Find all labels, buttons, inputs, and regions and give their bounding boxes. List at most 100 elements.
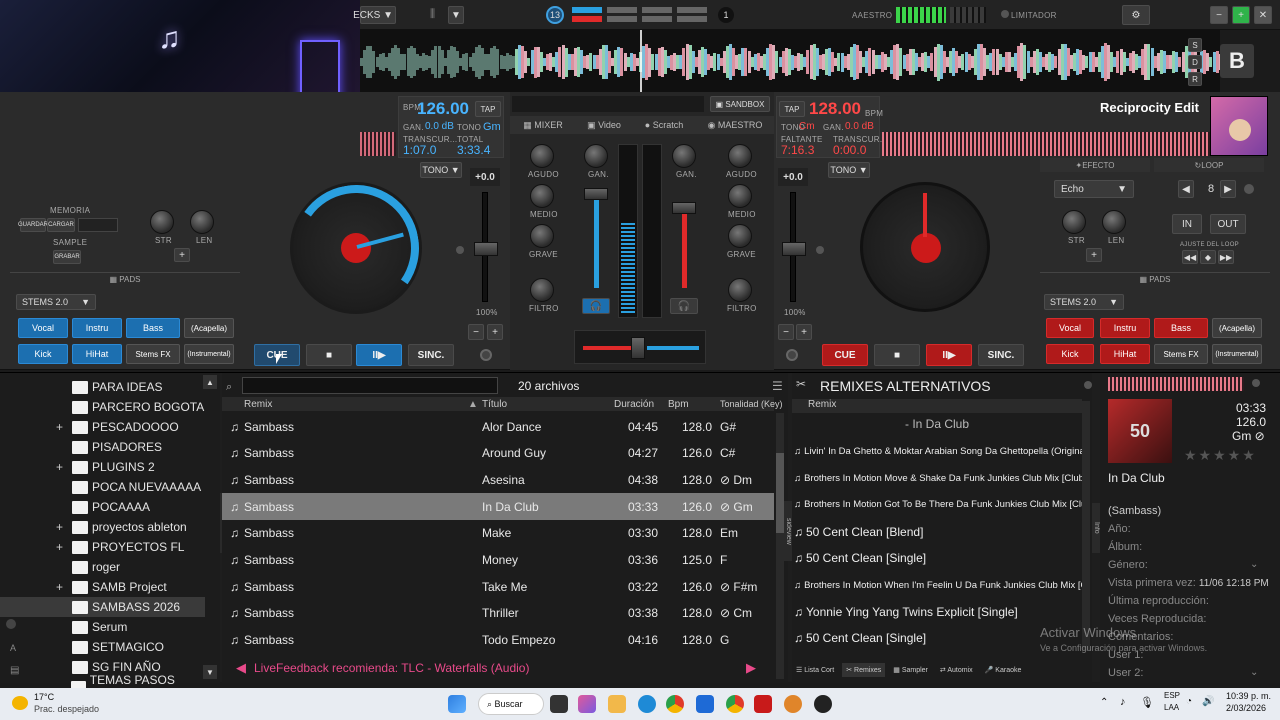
next-recommendation-icon[interactable]: ▶ bbox=[746, 660, 756, 676]
tree-option-icon[interactable] bbox=[6, 619, 16, 629]
rating-stars[interactable]: ★★★★★ bbox=[1184, 447, 1257, 464]
deck-letter-s[interactable]: S bbox=[1188, 38, 1202, 52]
folder-item[interactable]: roger bbox=[0, 557, 205, 577]
chrome-profile-icon[interactable] bbox=[726, 695, 744, 713]
windows-start-icon[interactable] bbox=[448, 695, 466, 713]
info-mini-wave[interactable] bbox=[1108, 377, 1244, 391]
tracklist-scrollbar[interactable] bbox=[776, 413, 784, 679]
list-item[interactable]: ♫ 50 Cent Clean [Single] bbox=[792, 625, 1082, 652]
pad-hihat[interactable]: HiHat bbox=[72, 344, 122, 364]
header-key[interactable]: Tonalidad (Key) bbox=[720, 399, 783, 409]
tap-button[interactable]: TAP bbox=[475, 101, 501, 117]
loop-next-icon[interactable]: ▶ bbox=[1220, 180, 1236, 198]
deck-indicator-2[interactable] bbox=[572, 16, 602, 22]
stop-button[interactable]: ■ bbox=[306, 344, 352, 366]
close-icon[interactable]: ✕ bbox=[1254, 6, 1272, 24]
folder-item[interactable]: POCAAAA bbox=[0, 497, 205, 517]
sync-button[interactable]: SINC. bbox=[408, 344, 454, 366]
folder-item[interactable]: + SAMB Project bbox=[0, 577, 205, 597]
deck-count-badge[interactable]: 13 bbox=[546, 6, 564, 24]
deck-indicator-5[interactable] bbox=[642, 7, 672, 13]
table-row[interactable]: ♫ Sambass Alor Dance 04:45 128.0 G# bbox=[222, 413, 774, 440]
expand-icon[interactable]: + bbox=[56, 520, 70, 534]
deck-left-option[interactable] bbox=[480, 349, 492, 361]
headphone-left-icon[interactable]: 🎧 bbox=[582, 298, 610, 314]
deck-letter-r[interactable]: R bbox=[1188, 72, 1202, 86]
tab-remixes[interactable]: ✂ Remixes bbox=[842, 663, 886, 677]
jog-wheel-right[interactable] bbox=[860, 182, 990, 312]
edge-icon[interactable] bbox=[638, 695, 656, 713]
table-row[interactable]: ♫ Sambass Money 03:36 125.0 F bbox=[222, 547, 774, 574]
pad-kick[interactable]: Kick bbox=[18, 344, 68, 364]
table-row[interactable]: ♫ Sambass In Da Club 03:33 126.0 ⊘ Gm bbox=[222, 493, 774, 521]
pad-bass[interactable]: Bass bbox=[126, 318, 180, 338]
list-item[interactable]: ♫ Brothers In Motion When I'm Feelin U Da… bbox=[792, 572, 1082, 599]
expand-icon[interactable]: + bbox=[56, 460, 70, 474]
pitch-minus-button[interactable]: − bbox=[468, 324, 484, 340]
pitch-plus-button[interactable]: + bbox=[487, 324, 503, 340]
file-explorer-icon[interactable] bbox=[608, 695, 626, 713]
add-icon[interactable]: + bbox=[174, 248, 190, 262]
deck-indicator-1[interactable] bbox=[572, 7, 602, 13]
sync-button-right[interactable]: SINC. bbox=[978, 344, 1024, 366]
eq-high-left[interactable] bbox=[530, 144, 554, 168]
sidelist-option[interactable] bbox=[1084, 381, 1092, 389]
len-knob[interactable] bbox=[190, 210, 214, 234]
filter-left[interactable] bbox=[530, 278, 554, 302]
bpm-value-right[interactable]: 128.00 bbox=[809, 99, 861, 119]
pad-hihat-right[interactable]: HiHat bbox=[1100, 344, 1150, 364]
search-input[interactable] bbox=[242, 377, 498, 394]
loop-in-button[interactable]: IN bbox=[1172, 214, 1202, 234]
obs-icon[interactable] bbox=[814, 695, 832, 713]
weather-temp[interactable]: 17°C bbox=[34, 692, 54, 702]
list-item[interactable]: ♫ 50 Cent Clean [Blend] bbox=[792, 518, 1082, 545]
stop-button-right[interactable]: ■ bbox=[874, 344, 920, 366]
str-knob[interactable] bbox=[150, 210, 174, 234]
info-option[interactable] bbox=[1252, 379, 1260, 387]
tray-chevron-icon[interactable]: ⌃ bbox=[1100, 697, 1108, 708]
folder-item[interactable]: + PLUGINS 2 bbox=[0, 457, 205, 477]
jog-wheel-left[interactable] bbox=[283, 175, 429, 321]
deck-indicator-8[interactable] bbox=[677, 16, 707, 22]
filter-right[interactable] bbox=[728, 278, 752, 302]
record-button[interactable]: GRABAR bbox=[53, 250, 81, 264]
save-button[interactable]: GUARDAR bbox=[18, 218, 48, 232]
deck-indicator-6[interactable] bbox=[642, 16, 672, 22]
layout-dropdown[interactable]: ▼ bbox=[448, 6, 464, 24]
pitch-value[interactable]: +0.0 bbox=[470, 168, 500, 186]
table-row[interactable]: ♫ Sambass Take Me 03:22 126.0 ⊘ F#m bbox=[222, 573, 774, 600]
pitch-value-right[interactable]: +0.0 bbox=[778, 168, 808, 186]
store-icon[interactable] bbox=[696, 695, 714, 713]
weather-desc[interactable]: Prac. despejado bbox=[34, 704, 99, 714]
pitch-fader[interactable] bbox=[474, 242, 498, 256]
widgets-icon[interactable] bbox=[578, 695, 596, 713]
tree-scroll-down[interactable]: ▼ bbox=[203, 665, 217, 679]
tree-a-icon[interactable]: A bbox=[10, 643, 16, 653]
pad-instru[interactable]: Instru bbox=[72, 318, 122, 338]
table-row[interactable]: ♫ Sambass Thriller 03:38 128.0 ⊘ Cm bbox=[222, 600, 774, 627]
folder-item[interactable]: POCA NUEVAAAAA bbox=[0, 477, 205, 497]
tono-select[interactable]: TONO ▼ bbox=[420, 162, 462, 178]
folder-item[interactable]: Serum bbox=[0, 617, 205, 637]
tab-scratch[interactable]: ● Scratch bbox=[632, 116, 696, 134]
deck-right-mini-wave[interactable] bbox=[882, 132, 1212, 156]
table-row[interactable]: ♫ Sambass Around Guy 04:27 126.0 C# bbox=[222, 440, 774, 467]
tab-shortlist[interactable]: ☰ Lista Cort bbox=[792, 666, 838, 674]
sidelist-scrollbar[interactable] bbox=[1082, 401, 1090, 651]
pad-instrumental[interactable]: (Instrumental) bbox=[184, 344, 234, 364]
pad-kick-right[interactable]: Kick bbox=[1046, 344, 1094, 364]
info-side-tab[interactable]: Info bbox=[1092, 503, 1100, 553]
layout-icon[interactable]: ⫼ bbox=[430, 8, 435, 21]
wifi-icon[interactable]: ◔ bbox=[1186, 696, 1192, 707]
tab-maestro[interactable]: ◉ MAESTRO bbox=[696, 116, 774, 134]
key-value[interactable]: Gm bbox=[483, 121, 501, 133]
sandbox-button[interactable]: ▣ SANDBOX bbox=[710, 96, 770, 112]
pitch-reset[interactable] bbox=[456, 246, 464, 254]
list-item[interactable]: ♫ Brothers In Motion Got To Be There Da F… bbox=[792, 491, 1082, 518]
deck-indicator-3[interactable] bbox=[607, 7, 637, 13]
tab-automix[interactable]: ⇄ Automix bbox=[936, 666, 977, 674]
tap-button-right[interactable]: TAP bbox=[779, 101, 805, 117]
folder-item[interactable]: SAMBASS 2026 bbox=[0, 597, 205, 617]
deck-letter-d[interactable]: D bbox=[1188, 55, 1202, 69]
tree-list-icon[interactable]: ▤ bbox=[10, 665, 19, 676]
